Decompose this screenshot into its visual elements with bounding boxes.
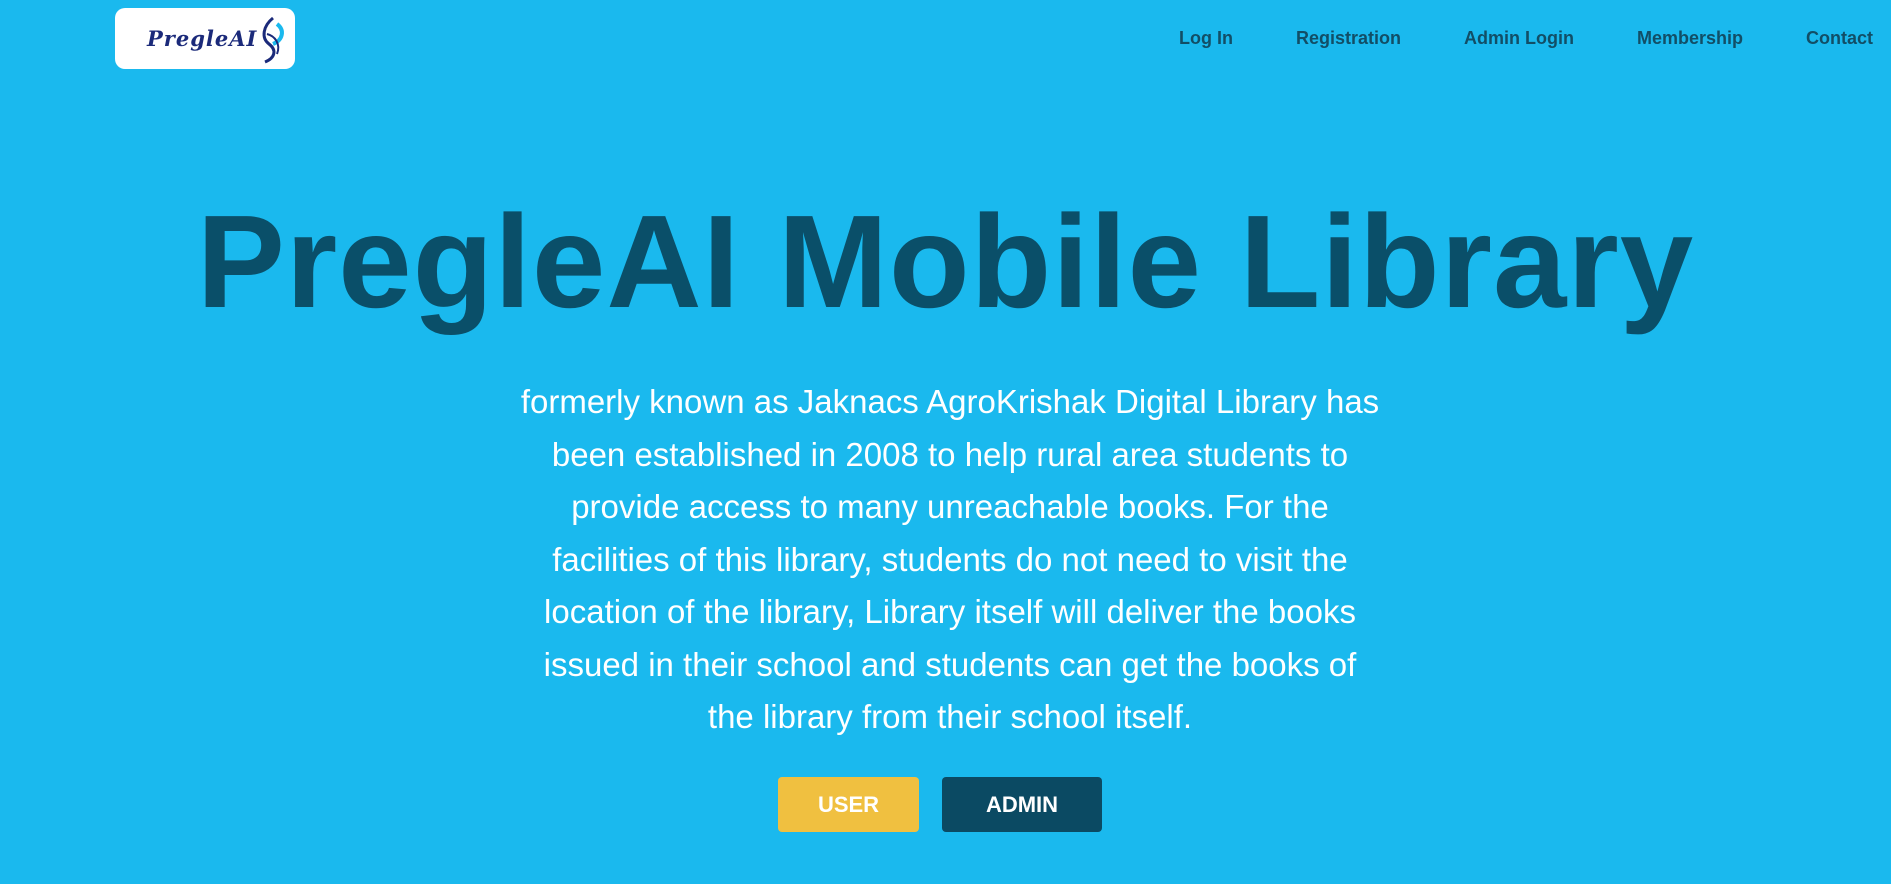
nav-admin-login[interactable]: Admin Login [1464,28,1574,49]
pregleai-logo-icon [262,16,284,64]
role-buttons: USER ADMIN [778,777,1102,832]
main-nav: Log In Registration Admin Login Membersh… [1179,28,1873,49]
logo-text: PregleAI [147,26,258,51]
nav-contact[interactable]: Contact [1806,28,1873,49]
nav-registration[interactable]: Registration [1296,28,1401,49]
hero-title: PregleAI Mobile Library [196,188,1695,335]
logo[interactable]: PregleAI [115,8,295,69]
nav-membership[interactable]: Membership [1637,28,1743,49]
user-button[interactable]: USER [778,777,919,832]
admin-button[interactable]: ADMIN [942,777,1102,832]
nav-log-in[interactable]: Log In [1179,28,1233,49]
hero-description: formerly known as Jaknacs AgroKrishak Di… [520,383,1380,735]
page: PregleAI Log In Registration Admin Login… [0,0,1891,884]
